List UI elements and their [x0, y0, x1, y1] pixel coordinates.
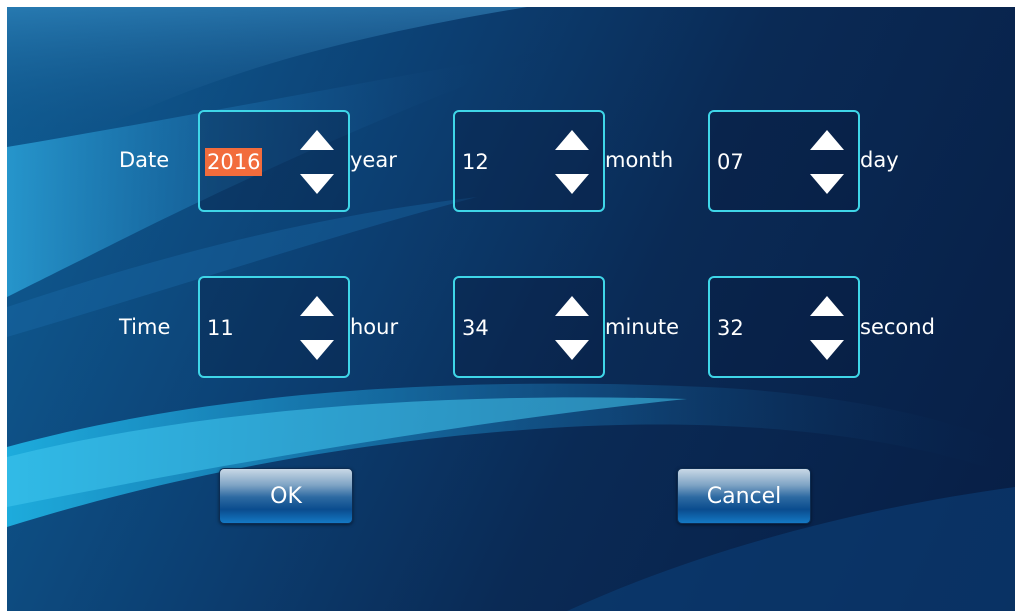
hour-unit-label: hour [350, 315, 399, 339]
day-unit-label: day [860, 148, 899, 172]
year-unit-label: year [350, 148, 397, 172]
month-down-arrow-icon[interactable] [553, 172, 591, 196]
hour-down-arrow-icon[interactable] [298, 338, 336, 362]
minute-down-arrow-icon[interactable] [553, 338, 591, 362]
minute-spinbox[interactable]: 34 [453, 276, 605, 378]
day-up-arrow-icon[interactable] [808, 128, 846, 152]
year-value[interactable]: 2016 [205, 148, 263, 176]
year-spinbox[interactable]: 2016 [198, 110, 350, 212]
time-label: Time [119, 315, 171, 339]
second-value[interactable]: 32 [715, 314, 746, 342]
date-time-settings-screen: Date 2016 year 12 month 07 day Time 11 h… [7, 7, 1015, 611]
day-value[interactable]: 07 [715, 148, 746, 176]
minute-unit-label: minute [605, 315, 680, 339]
minute-value[interactable]: 34 [460, 314, 491, 342]
month-up-arrow-icon[interactable] [553, 128, 591, 152]
ok-button[interactable]: OK [219, 468, 353, 524]
minute-up-arrow-icon[interactable] [553, 294, 591, 318]
date-label: Date [119, 148, 170, 172]
second-down-arrow-icon[interactable] [808, 338, 846, 362]
hour-value[interactable]: 11 [205, 314, 236, 342]
month-value[interactable]: 12 [460, 148, 491, 176]
cancel-button[interactable]: Cancel [677, 468, 811, 524]
second-spinbox[interactable]: 32 [708, 276, 860, 378]
second-up-arrow-icon[interactable] [808, 294, 846, 318]
second-unit-label: second [860, 315, 935, 339]
month-unit-label: month [605, 148, 674, 172]
hour-up-arrow-icon[interactable] [298, 294, 336, 318]
hour-spinbox[interactable]: 11 [198, 276, 350, 378]
day-down-arrow-icon[interactable] [808, 172, 846, 196]
month-spinbox[interactable]: 12 [453, 110, 605, 212]
day-spinbox[interactable]: 07 [708, 110, 860, 212]
year-down-arrow-icon[interactable] [298, 172, 336, 196]
year-up-arrow-icon[interactable] [298, 128, 336, 152]
